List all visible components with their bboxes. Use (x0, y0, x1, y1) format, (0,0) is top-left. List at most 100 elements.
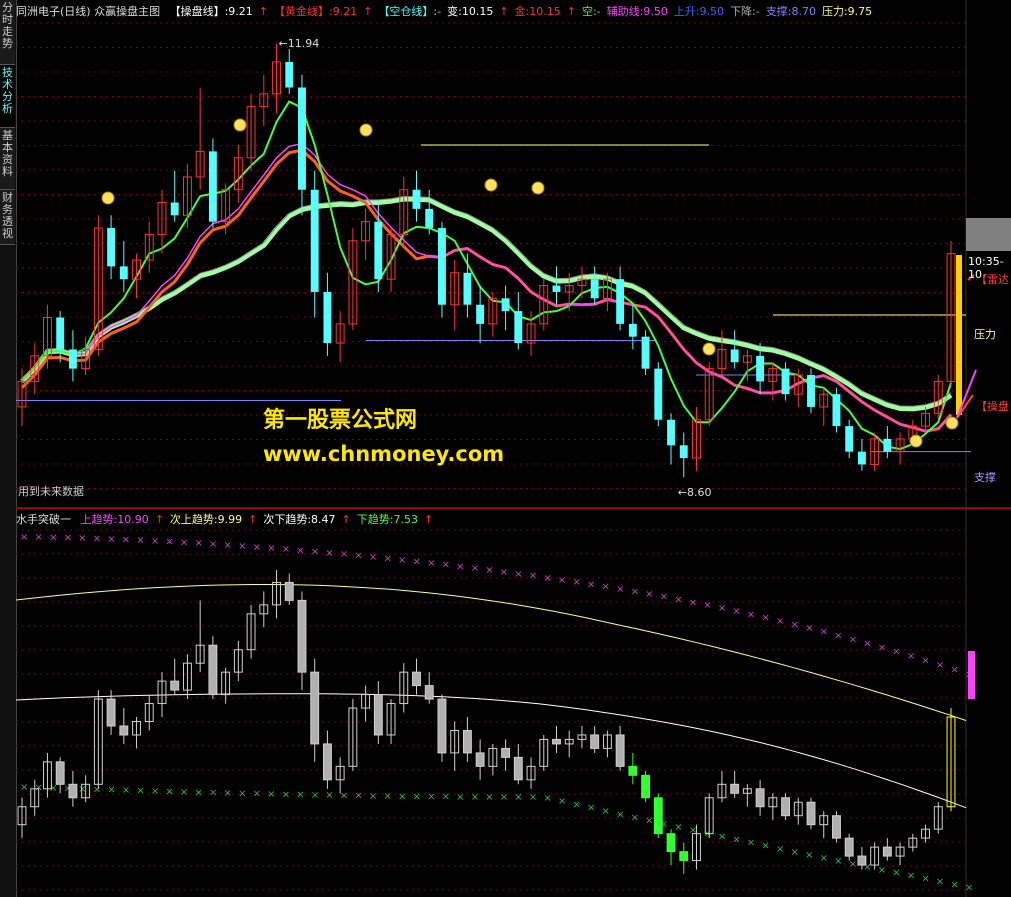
sub-candle-body (679, 851, 689, 862)
support-label: 支撑 (974, 471, 996, 484)
trend-marker-lower: × (834, 856, 842, 867)
tab-3[interactable]: 基本资料 (0, 128, 15, 190)
candle-body-down (170, 202, 179, 216)
trend-marker-lower: × (311, 790, 319, 801)
trend-marker-lower: × (151, 786, 159, 797)
trend-marker-lower: × (122, 785, 130, 796)
trend-marker-upper: × (151, 536, 159, 547)
trend-marker-upper: × (921, 655, 929, 666)
sub-candle-body (513, 756, 523, 781)
trend-marker-upper: × (93, 533, 101, 544)
sub-candle-body (462, 729, 472, 754)
trend-marker-upper: × (849, 634, 857, 645)
sub-candle-body (755, 788, 765, 808)
trend-marker-lower: × (616, 809, 624, 820)
trend-marker-lower: × (572, 799, 580, 810)
candle-body-down (616, 279, 625, 324)
stock-chart[interactable]: ←11.94 ←8.60 × × × × × × × × × × × × × × × × × × × × × × × × × × × × ×… (16, 0, 1011, 897)
trend-marker-upper: × (354, 550, 362, 561)
sub-candle-body (208, 644, 218, 696)
tab-2[interactable]: 技术分析 (0, 65, 15, 128)
trend-marker-upper: × (500, 567, 508, 578)
trend-marker-lower: × (224, 788, 232, 799)
sub-candle-body (322, 743, 332, 781)
trend-marker-upper: × (791, 619, 799, 630)
trend-marker-upper: × (689, 597, 697, 608)
trend-marker-upper: × (325, 548, 333, 559)
sub-candle-body (882, 846, 892, 857)
trend-marker-lower: × (529, 792, 537, 803)
trend-marker-upper: × (136, 535, 144, 546)
trend-marker-upper: × (805, 623, 813, 634)
tab-1[interactable]: 分时走势 (0, 0, 15, 65)
trend-marker-upper: × (340, 549, 348, 560)
trend-marker-lower: × (776, 844, 784, 855)
trend-marker-lower: × (296, 790, 304, 801)
radar-label: 【雷达 (976, 273, 1009, 286)
trend-marker-upper: × (398, 555, 406, 566)
candle-body-down (857, 451, 866, 465)
sub-candle-body (501, 747, 511, 758)
trend-marker-lower: × (950, 879, 958, 890)
trend-marker-lower: × (558, 796, 566, 807)
sub-candle-body (170, 680, 180, 691)
trend-marker-upper: × (558, 575, 566, 586)
sub-candle-body (55, 761, 65, 785)
trend-marker-lower: × (674, 822, 682, 833)
candle-body-down (845, 426, 854, 452)
sub-candle-body (437, 698, 447, 754)
trend-marker-upper: × (369, 552, 377, 563)
sub-candle-body (412, 671, 421, 687)
sub-candle-body (68, 783, 78, 799)
trend-marker-upper: × (267, 543, 275, 554)
trend-marker-upper: × (660, 592, 668, 603)
trend-marker-upper: × (209, 539, 217, 550)
trend-marker-lower: × (354, 791, 362, 802)
trend-marker-upper: × (878, 642, 886, 653)
trend-marker-lower: × (878, 865, 886, 876)
sub-candle-body (730, 783, 740, 794)
pressure-label: 压力 (974, 328, 996, 341)
trend-marker-upper: × (456, 561, 464, 572)
candle-body-down (107, 228, 116, 267)
trend-marker-upper: × (311, 547, 319, 558)
sub-candle-body (119, 725, 129, 736)
candle-body-down (832, 394, 841, 427)
trend-marker-upper: × (107, 534, 115, 545)
trend-marker-upper: × (20, 532, 28, 543)
trend-marker-upper: × (64, 533, 72, 544)
trend-marker-lower: × (325, 790, 333, 801)
trend-marker-lower: × (413, 791, 421, 802)
trend-marker-lower: × (631, 812, 639, 823)
trend-marker-lower: × (238, 788, 246, 799)
trend-marker-upper: × (587, 579, 595, 590)
sub-candle-body (832, 815, 841, 839)
trend-marker-lower: × (456, 792, 464, 803)
trend-marker-upper: × (703, 600, 711, 611)
candle-body-down (807, 375, 815, 407)
smiley-icon (101, 191, 115, 205)
candle-body-down (310, 189, 319, 292)
trend-marker-upper: × (35, 532, 43, 543)
trend-marker-lower: × (892, 868, 900, 879)
trend-marker-upper: × (224, 540, 232, 551)
trend-marker-lower: × (791, 847, 799, 858)
sub-candle-body (106, 698, 116, 727)
trend-marker-lower: × (514, 792, 522, 803)
candle-body-down (883, 438, 892, 452)
candle-body-down (667, 419, 675, 446)
trend-marker-lower: × (20, 782, 28, 793)
candle-body-down (781, 368, 790, 395)
smiley-icon (945, 416, 959, 430)
trend-marker-upper: × (761, 613, 769, 624)
trend-marker-upper: × (514, 569, 522, 580)
candle-body-down (119, 266, 128, 280)
trend-marker-upper: × (747, 609, 755, 620)
trend-marker-upper: × (631, 587, 639, 598)
trend-marker-lower: × (209, 788, 217, 799)
trend-marker-lower: × (340, 790, 348, 801)
candle-body-down (438, 228, 446, 305)
trend-marker-upper: × (572, 577, 580, 588)
tab-4[interactable]: 财务透视 (0, 190, 15, 245)
smiley-icon (359, 123, 373, 137)
